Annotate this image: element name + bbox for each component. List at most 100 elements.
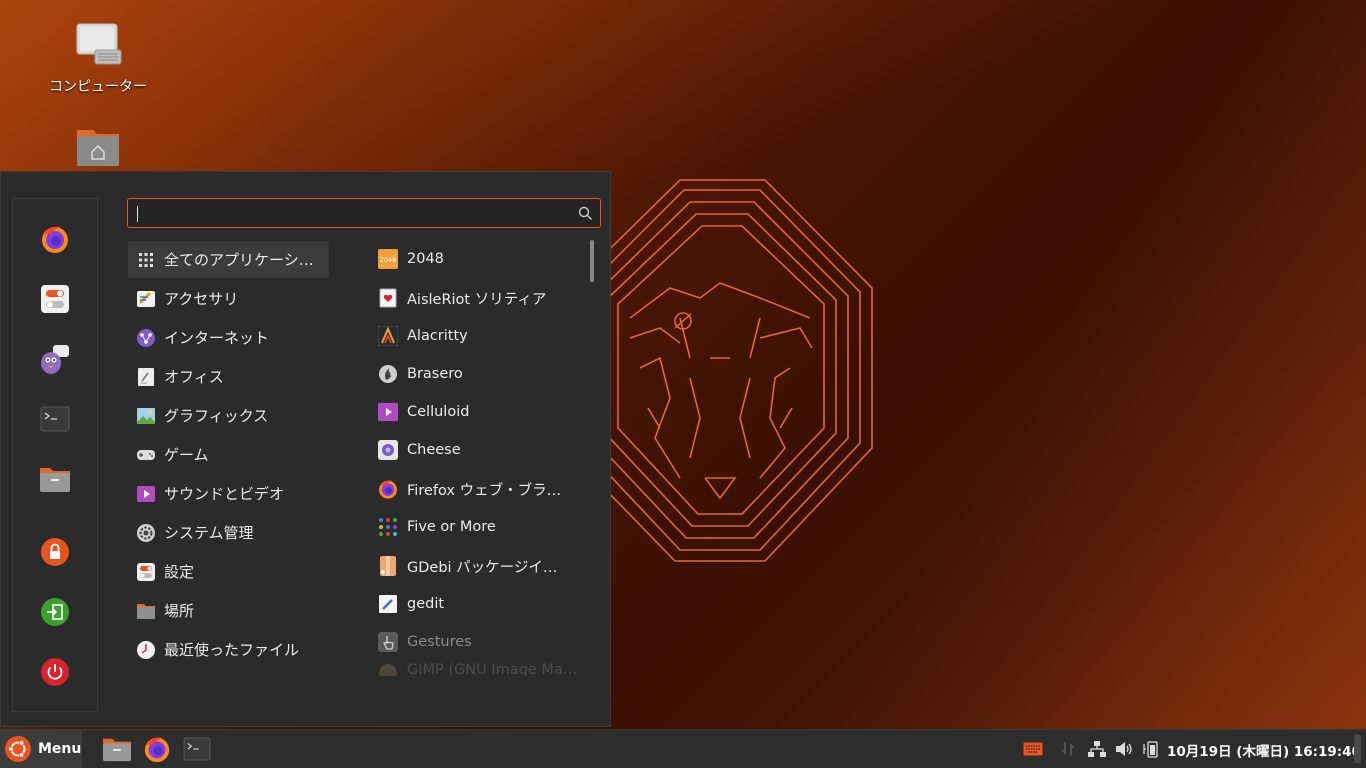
volume-icon (1116, 742, 1132, 756)
app-label: gedit (407, 596, 445, 612)
app-list-scrollbar[interactable] (590, 240, 594, 282)
app-label: GIMP (GNU Image Ma… (407, 662, 578, 676)
gimp-icon (379, 664, 397, 676)
app-alacritty[interactable]: Alacritty (375, 318, 585, 354)
taskbar-launcher-files[interactable] (101, 733, 133, 765)
app-brasero[interactable]: Brasero (375, 356, 585, 392)
grid-icon (139, 252, 153, 267)
alacritty-icon (378, 326, 398, 346)
category-sound-video[interactable]: サウンドとビデオ (128, 475, 329, 512)
favorite-files[interactable] (39, 463, 71, 495)
category-label: オフィス (164, 368, 224, 386)
menu-button-label: Menu (38, 741, 82, 757)
firefox-icon (144, 737, 170, 763)
home-folder-icon (77, 130, 119, 166)
settings-toggle-icon (41, 285, 69, 313)
tray-volume[interactable] (1115, 730, 1133, 768)
svg-text:2048: 2048 (380, 256, 397, 264)
app-2048[interactable]: 2048 2048 (375, 241, 585, 277)
folder-icon (103, 738, 131, 762)
taskbar: Menu 10月19日 (木曜日) 16:19:40 (0, 729, 1366, 768)
clock[interactable]: 10月19日 (木曜日) 16:19:40 (1167, 740, 1361, 760)
app-gestures[interactable]: Gestures (375, 624, 585, 660)
app-cheese[interactable]: Cheese (375, 432, 585, 468)
category-label: 設定 (164, 563, 195, 581)
logout-icon (41, 598, 69, 626)
category-graphics[interactable]: グラフィックス (128, 397, 329, 434)
app-celluloid[interactable]: Celluloid (375, 394, 585, 430)
app-label: Alacritty (407, 328, 468, 344)
category-all-applications[interactable]: 全てのアプリケーシ… (128, 241, 329, 278)
logout-button[interactable] (39, 596, 71, 628)
ubuntu-logo-icon (5, 736, 31, 762)
show-desktop-button[interactable] (1354, 735, 1361, 763)
search-input[interactable] (128, 199, 582, 229)
gestures-icon (378, 632, 398, 652)
app-label: 2048 (407, 251, 444, 267)
taskbar-launcher-terminal[interactable] (181, 733, 213, 765)
app-label: GDebi パッケージイ… (407, 559, 558, 576)
gamepad-icon (137, 449, 155, 460)
desktop-icon-home[interactable] (43, 122, 153, 172)
cards-icon (379, 288, 397, 308)
favorite-firefox[interactable] (39, 223, 71, 255)
category-settings[interactable]: 設定 (128, 553, 329, 590)
taskbar-launcher-firefox[interactable] (141, 733, 173, 765)
media-icon (137, 485, 155, 502)
favorite-terminal[interactable] (39, 403, 71, 435)
tray-battery[interactable] (1142, 730, 1160, 768)
category-label: インターネット (164, 329, 270, 347)
app-label: Cheese (407, 442, 461, 458)
favorite-pidgin[interactable] (39, 343, 71, 375)
keyboard-icon (1023, 742, 1043, 756)
office-icon (138, 367, 154, 386)
app-five-or-more[interactable]: Five or More (375, 509, 585, 545)
battery-icon (1143, 741, 1158, 758)
internet-icon (137, 328, 155, 347)
app-label: Five or More (407, 519, 496, 535)
app-label: Gestures (407, 634, 472, 650)
category-label: ゲーム (164, 446, 209, 464)
firefox-icon (379, 480, 397, 499)
gedit-icon (379, 595, 397, 613)
app-label: Firefox ウェブ・ブラ… (407, 482, 562, 499)
desktop-icon-computer[interactable]: コンピューター (43, 22, 153, 96)
tray-network[interactable] (1088, 730, 1106, 768)
category-places[interactable]: 場所 (128, 592, 329, 629)
tray-network-sync[interactable] (1060, 730, 1076, 768)
application-menu: 全てのアプリケーシ… アクセサリ インターネット オフィス グラフィックス ゲー… (0, 171, 611, 727)
category-label: 場所 (164, 602, 195, 620)
app-gimp[interactable]: GIMP (GNU Image Ma… (375, 662, 585, 676)
firefox-icon (42, 226, 68, 253)
search-box[interactable] (127, 198, 601, 229)
category-games[interactable]: ゲーム (128, 436, 329, 473)
text-caret (137, 206, 138, 222)
category-accessories[interactable]: アクセサリ (128, 280, 329, 317)
app-firefox[interactable]: Firefox ウェブ・ブラ… (375, 471, 585, 507)
category-label: サウンドとビデオ (164, 485, 285, 503)
system-icon (137, 523, 155, 542)
category-label: 最近使ったファイル (164, 641, 300, 659)
brasero-icon (379, 365, 397, 383)
category-label: アクセサリ (164, 290, 239, 308)
category-internet[interactable]: インターネット (128, 319, 329, 356)
favorites-sidebar (12, 198, 98, 712)
menu-button[interactable]: Menu (0, 730, 82, 768)
accessories-icon (137, 290, 155, 307)
search-icon (578, 206, 592, 220)
favorite-settings[interactable] (39, 283, 71, 315)
pidgin-icon (41, 345, 69, 374)
category-office[interactable]: オフィス (128, 358, 329, 395)
category-system[interactable]: システム管理 (128, 514, 329, 551)
app-gdebi[interactable]: GDebi パッケージイ… (375, 548, 585, 584)
five-or-more-icon (379, 518, 397, 536)
tray-keyboard[interactable] (1023, 730, 1043, 768)
app-gedit[interactable]: gedit (375, 586, 585, 622)
folder-icon (40, 468, 70, 492)
lock-screen-button[interactable] (39, 536, 71, 568)
terminal-icon (40, 406, 70, 432)
shutdown-button[interactable] (39, 656, 71, 688)
app-aisleriot[interactable]: AisleRiot ソリティア (375, 280, 585, 316)
app-label: Celluloid (407, 404, 470, 420)
category-recent-files[interactable]: 最近使ったファイル (128, 631, 329, 668)
